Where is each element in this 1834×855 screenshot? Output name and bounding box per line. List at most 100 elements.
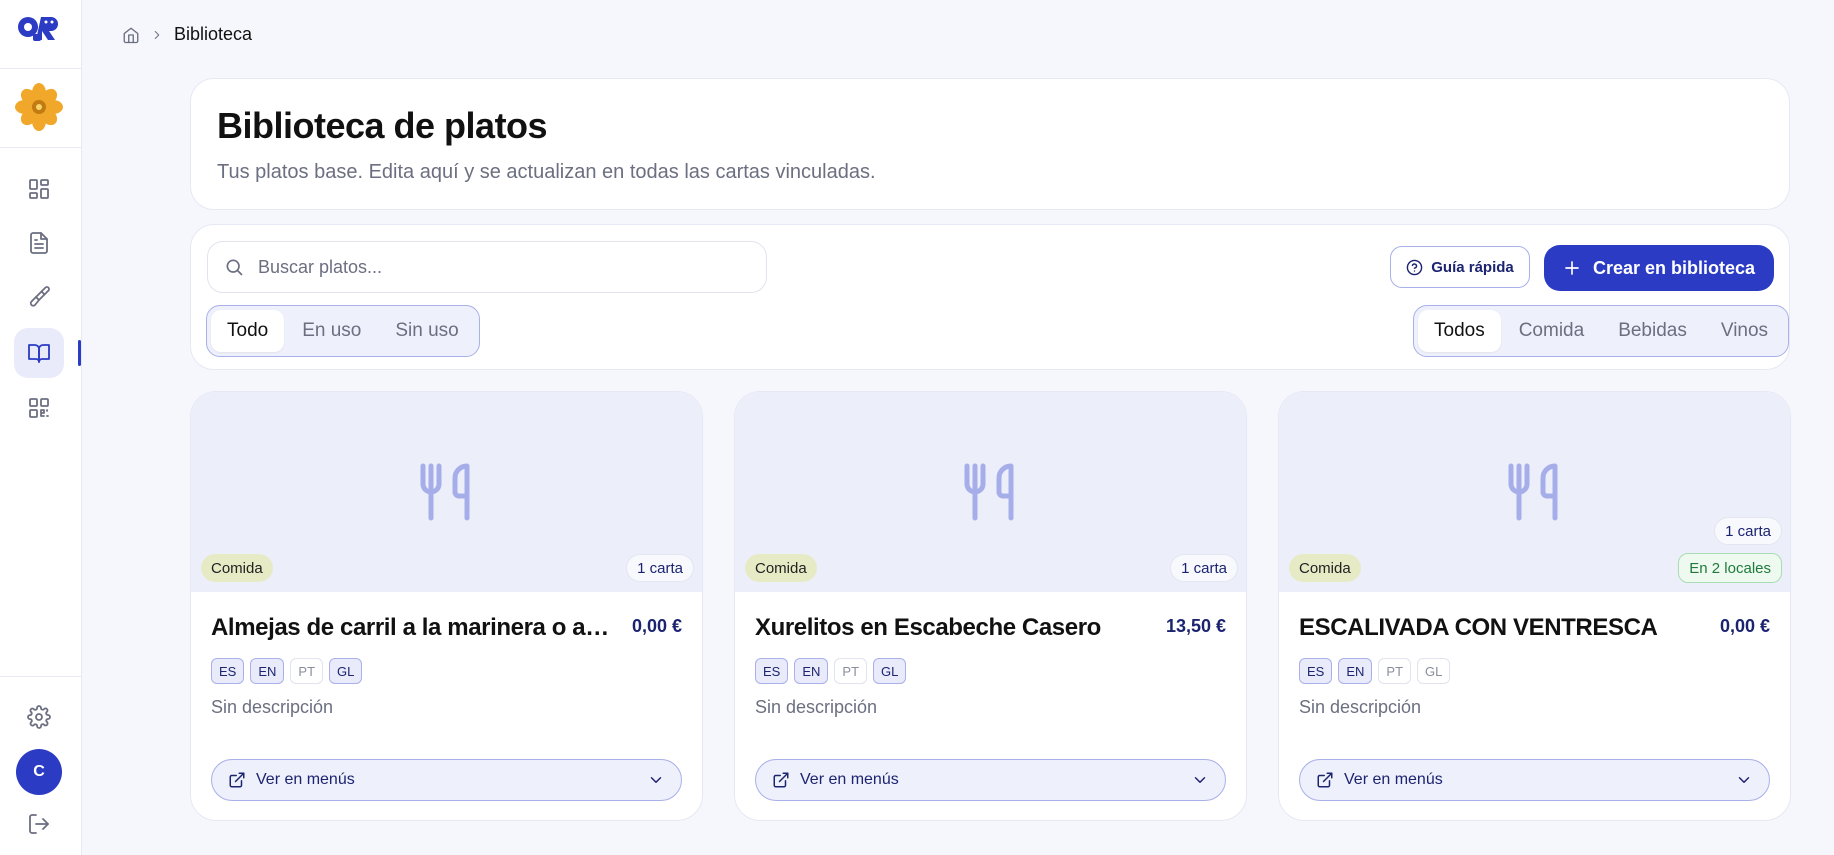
chevron-down-icon <box>1738 777 1750 783</box>
type-option-all[interactable]: Todos <box>1418 310 1501 352</box>
dish-description: Sin descripción <box>755 697 878 717</box>
sidebar-item-qr[interactable] <box>14 383 64 433</box>
view-in-menus-button[interactable]: Ver en menús <box>1299 759 1770 801</box>
cutlery-icon <box>964 463 1014 521</box>
cutlery-icon <box>420 463 470 521</box>
home-icon[interactable] <box>122 26 140 44</box>
dish-price: 13,50 € <box>1165 616 1226 636</box>
book-icon <box>28 344 50 363</box>
category-badge: Comida <box>745 554 817 582</box>
usage-option-in-use[interactable]: En uso <box>286 310 377 352</box>
create-label: Crear en biblioteca <box>1592 257 1756 278</box>
dashboard-icon <box>29 179 49 199</box>
sidebar-item-dashboard[interactable] <box>14 164 64 214</box>
category-badge: Comida <box>1289 554 1361 582</box>
chevron-down-icon <box>650 777 662 783</box>
view-in-menus-button[interactable]: Ver en menús <box>211 759 682 801</box>
dish-price: 0,00 € <box>631 616 682 636</box>
help-circle-icon <box>1406 259 1423 275</box>
usage-filter: Todo En uso Sin uso <box>206 305 480 357</box>
dish-name: Almejas de carril a la marinera o a la p… <box>211 614 611 641</box>
quick-guide-button[interactable]: Guía rápida <box>1390 246 1530 288</box>
view-in-menus-label: Ver en menús <box>1344 771 1443 788</box>
language-tag-gl: GL <box>873 658 907 684</box>
sidebar-item-logout[interactable] <box>14 799 64 849</box>
type-option-food[interactable]: Comida <box>1503 310 1600 352</box>
page-header: Biblioteca de platos Tus platos base. Ed… <box>190 78 1790 210</box>
logout-icon <box>29 814 49 834</box>
type-option-drinks[interactable]: Bebidas <box>1602 310 1703 352</box>
sidebar-item-menus[interactable] <box>14 218 64 268</box>
page-subtitle: Tus platos base. Edita aquí y se actuali… <box>217 161 876 183</box>
category-badge: Comida <box>201 554 273 582</box>
dish-image-placeholder: Comida 1 carta <box>191 392 702 592</box>
view-in-menus-button[interactable]: Ver en menús <box>755 759 1226 801</box>
brush-icon <box>29 286 50 307</box>
document-icon <box>30 232 48 254</box>
dish-description: Sin descripción <box>1299 697 1422 717</box>
gear-icon <box>27 705 51 729</box>
menus-count-badge: 1 carta <box>626 554 694 582</box>
plus-icon <box>1565 261 1579 275</box>
external-link-icon <box>229 772 245 788</box>
chevron-down-icon <box>1194 777 1206 783</box>
quick-guide-label: Guía rápida <box>1431 258 1514 276</box>
language-tag-pt: PT <box>834 658 868 684</box>
sidebar-item-library[interactable] <box>14 328 64 378</box>
dish-card[interactable]: Comida 1 carta Almejas de carril a la ma… <box>190 391 703 821</box>
language-tag-es: ES <box>211 658 245 684</box>
menus-count-badge: 1 carta <box>1170 554 1238 582</box>
language-tag-en: EN <box>250 658 285 684</box>
qr-logo-icon[interactable] <box>16 14 64 44</box>
sidebar: C <box>0 0 82 855</box>
breadcrumb: Biblioteca <box>122 24 252 45</box>
cutlery-icon <box>1508 463 1558 521</box>
search-input[interactable] <box>258 256 738 278</box>
language-tags: ES EN PT GL <box>755 658 907 684</box>
language-tag-gl: GL <box>329 658 363 684</box>
dish-price: 0,00 € <box>1719 616 1770 636</box>
breadcrumb-current: Biblioteca <box>174 24 253 44</box>
language-tags: ES EN PT GL <box>1299 658 1451 684</box>
type-filter: Todos Comida Bebidas Vinos <box>1413 305 1790 357</box>
dish-name: ESCALIVADA CON VENTRESCA <box>1299 614 1658 641</box>
dish-card[interactable]: Comida 1 carta Xurelitos en Escabeche Ca… <box>734 391 1247 821</box>
language-tag-es: ES <box>1299 658 1333 684</box>
create-in-library-button[interactable]: Crear en biblioteca <box>1544 245 1774 291</box>
restaurant-logo-icon[interactable] <box>14 82 64 132</box>
language-tag-en: EN <box>1338 658 1373 684</box>
active-indicator <box>78 340 81 366</box>
language-tag-pt: PT <box>1378 658 1412 684</box>
sidebar-divider <box>0 676 82 677</box>
dish-image-placeholder: Comida 1 carta En 2 locales <box>1279 392 1790 592</box>
language-tag-en: EN <box>794 658 829 684</box>
chevron-right-icon <box>154 30 160 39</box>
external-link-icon <box>1317 772 1333 788</box>
dish-name: Xurelitos en Escabeche Casero <box>755 614 1101 641</box>
type-option-wines[interactable]: Vinos <box>1705 310 1784 352</box>
dish-card[interactable]: Comida 1 carta En 2 locales ESCALIVADA C… <box>1278 391 1791 821</box>
dish-description: Sin descripción <box>211 697 334 717</box>
language-tag-pt: PT <box>290 658 324 684</box>
qr-code-icon <box>29 398 49 418</box>
page-title: Biblioteca de platos <box>217 105 548 146</box>
locales-badge: En 2 locales <box>1678 553 1782 583</box>
view-in-menus-label: Ver en menús <box>256 771 355 788</box>
search-box <box>207 241 767 293</box>
sidebar-item-design[interactable] <box>14 272 64 322</box>
usage-option-unused[interactable]: Sin uso <box>379 310 474 352</box>
view-in-menus-label: Ver en menús <box>800 771 899 788</box>
sidebar-divider <box>0 147 82 148</box>
external-link-icon <box>773 772 789 788</box>
search-icon <box>226 259 243 276</box>
language-tags: ES EN PT GL <box>211 658 363 684</box>
language-tag-es: ES <box>755 658 789 684</box>
usage-option-all[interactable]: Todo <box>211 310 285 352</box>
menus-count-badge: 1 carta <box>1714 517 1782 545</box>
sidebar-item-settings[interactable] <box>14 692 64 742</box>
language-tag-gl: GL <box>1417 658 1451 684</box>
dish-image-placeholder: Comida 1 carta <box>735 392 1246 592</box>
user-avatar[interactable]: C <box>16 749 62 795</box>
sidebar-divider <box>0 68 82 69</box>
filter-bar: Todo En uso Sin uso Guía rápida Crear en… <box>190 224 1790 370</box>
